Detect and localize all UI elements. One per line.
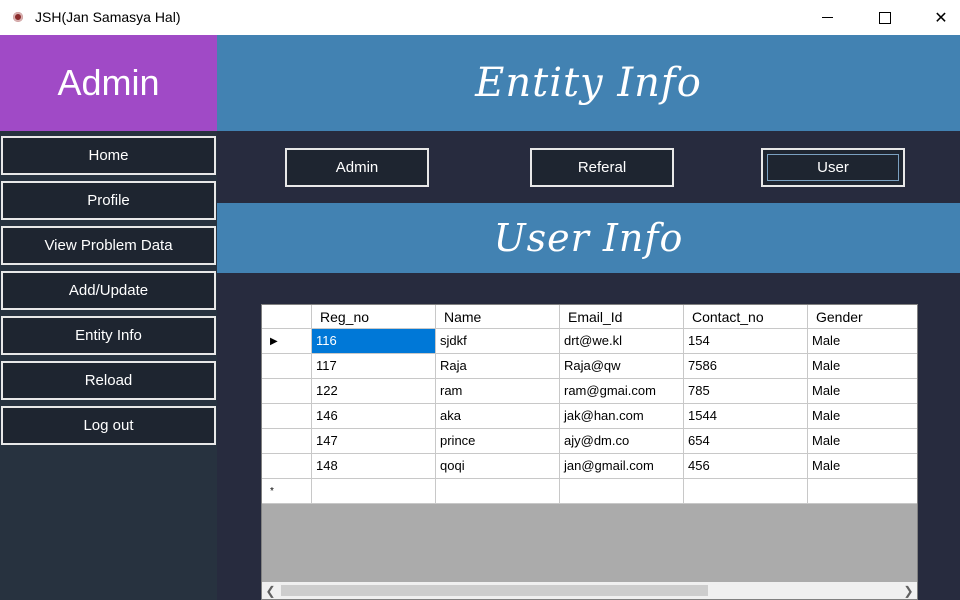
table-cell[interactable]	[436, 479, 560, 504]
nav-reload-button[interactable]: Reload	[1, 361, 216, 400]
new-row[interactable]: *	[262, 479, 917, 504]
sidebar: Admin Home Profile View Problem Data Add…	[0, 35, 217, 600]
table-cell[interactable]	[684, 479, 808, 504]
nav-add-update-button[interactable]: Add/Update	[1, 271, 216, 310]
table-cell[interactable]: Male	[808, 429, 917, 454]
table-cell[interactable]: 117	[312, 354, 436, 379]
scroll-left-icon[interactable]: ❮	[262, 582, 279, 599]
section-title-banner: User Info	[217, 203, 960, 273]
row-header[interactable]	[262, 454, 312, 479]
table-cell[interactable]: 456	[684, 454, 808, 479]
table-cell[interactable]: 785	[684, 379, 808, 404]
table-cell[interactable]: 654	[684, 429, 808, 454]
table-cell[interactable]	[312, 479, 436, 504]
table-cell[interactable]: Male	[808, 404, 917, 429]
table-cell[interactable]: Male	[808, 329, 917, 354]
table-cell[interactable]: 116	[312, 329, 436, 354]
table-cell[interactable]: 122	[312, 379, 436, 404]
page-title: Entity Info	[475, 60, 702, 106]
table-cell[interactable]: sjdkf	[436, 329, 560, 354]
table-cell[interactable]: Male	[808, 379, 917, 404]
column-header-name[interactable]: Name	[436, 305, 560, 329]
table-cell[interactable]: 148	[312, 454, 436, 479]
row-header[interactable]: ▶	[262, 329, 312, 354]
nav-entity-info-button[interactable]: Entity Info	[1, 316, 216, 355]
table-row[interactable]: ▶ 116 sjdkf drt@we.kl 154 Male	[262, 329, 917, 354]
column-header-gender[interactable]: Gender	[808, 305, 917, 329]
table-cell[interactable]: Male	[808, 454, 917, 479]
nav-home-button[interactable]: Home	[1, 136, 216, 175]
page-title-banner: Entity Info	[217, 35, 960, 131]
nav-view-problem-data-button[interactable]: View Problem Data	[1, 226, 216, 265]
maximize-icon	[879, 11, 891, 24]
new-row-icon: *	[270, 485, 274, 497]
table-cell[interactable]: ajy@dm.co	[560, 429, 684, 454]
table-cell[interactable]	[560, 479, 684, 504]
minimize-button[interactable]	[804, 0, 850, 35]
user-data-grid[interactable]: Reg_no Name Email_Id Contact_no Gender ▶…	[261, 304, 918, 600]
table-cell[interactable]: Male	[808, 354, 917, 379]
row-header[interactable]	[262, 404, 312, 429]
horizontal-scrollbar[interactable]: ❮ ❯	[262, 582, 917, 599]
scroll-right-icon[interactable]: ❯	[900, 582, 917, 599]
table-cell[interactable]: Raja	[436, 354, 560, 379]
table-cell[interactable]: drt@we.kl	[560, 329, 684, 354]
table-cell[interactable]: qoqi	[436, 454, 560, 479]
column-header-email[interactable]: Email_Id	[560, 305, 684, 329]
window-title: JSH(Jan Samasya Hal)	[35, 9, 181, 25]
corner-header-cell[interactable]	[262, 305, 312, 329]
table-row[interactable]: 117 Raja Raja@qw 7586 Male	[262, 354, 917, 379]
column-header-reg-no[interactable]: Reg_no	[312, 305, 436, 329]
sidebar-title: Admin	[57, 62, 160, 103]
row-header[interactable]: *	[262, 479, 312, 504]
row-header[interactable]	[262, 429, 312, 454]
table-cell[interactable]: prince	[436, 429, 560, 454]
grid-header: Reg_no Name Email_Id Contact_no Gender	[262, 305, 917, 329]
table-cell[interactable]: aka	[436, 404, 560, 429]
tab-admin[interactable]: Admin	[285, 148, 429, 187]
table-cell[interactable]: Raja@qw	[560, 354, 684, 379]
table-row[interactable]: 146 aka jak@han.com 1544 Male	[262, 404, 917, 429]
nav-logout-button[interactable]: Log out	[1, 406, 216, 445]
table-cell[interactable]: 147	[312, 429, 436, 454]
app-icon	[13, 12, 23, 22]
table-cell[interactable]: ram@gmai.com	[560, 379, 684, 404]
current-row-icon: ▶	[270, 335, 278, 347]
table-row[interactable]: 147 prince ajy@dm.co 654 Male	[262, 429, 917, 454]
table-cell[interactable]: jak@han.com	[560, 404, 684, 429]
table-cell[interactable]: jan@gmail.com	[560, 454, 684, 479]
close-icon: ✕	[934, 9, 948, 27]
scrollbar-thumb[interactable]	[281, 585, 708, 596]
sidebar-header: Admin	[0, 35, 217, 131]
table-cell[interactable]	[808, 479, 917, 504]
row-header[interactable]	[262, 379, 312, 404]
title-bar: JSH(Jan Samasya Hal) ✕	[0, 0, 960, 35]
table-cell[interactable]: 154	[684, 329, 808, 354]
table-cell[interactable]: 146	[312, 404, 436, 429]
row-header[interactable]	[262, 354, 312, 379]
close-button[interactable]: ✕	[918, 0, 960, 35]
tab-user[interactable]: User	[761, 148, 905, 187]
maximize-button[interactable]	[862, 0, 908, 35]
table-row[interactable]: 122 ram ram@gmai.com 785 Male	[262, 379, 917, 404]
table-row[interactable]: 148 qoqi jan@gmail.com 456 Male	[262, 454, 917, 479]
nav-profile-button[interactable]: Profile	[1, 181, 216, 220]
focus-rectangle	[767, 154, 899, 181]
minimize-icon	[821, 17, 833, 18]
table-cell[interactable]: 7586	[684, 354, 808, 379]
table-cell[interactable]: ram	[436, 379, 560, 404]
section-title: User Info	[493, 216, 684, 260]
tab-referal[interactable]: Referal	[530, 148, 674, 187]
table-cell[interactable]: 1544	[684, 404, 808, 429]
column-header-contact-no[interactable]: Contact_no	[684, 305, 808, 329]
